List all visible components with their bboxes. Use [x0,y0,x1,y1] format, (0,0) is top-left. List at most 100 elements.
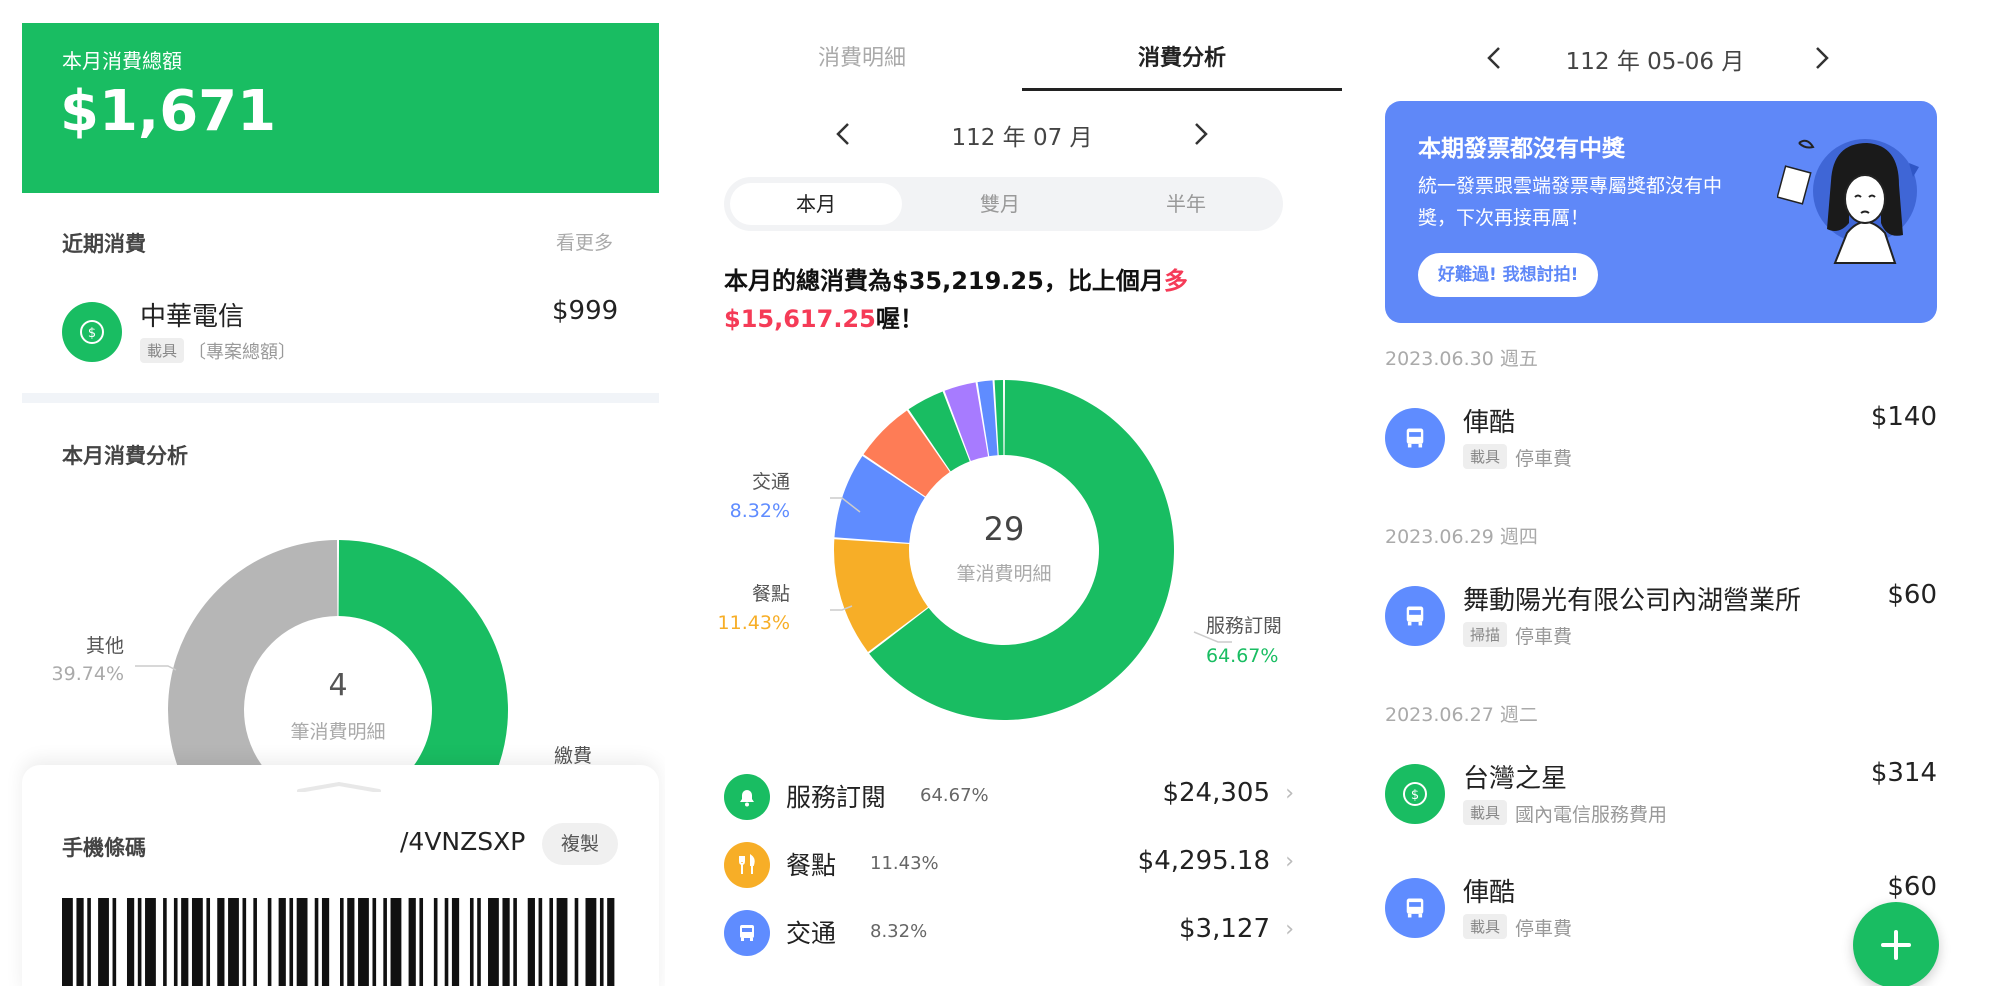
segment-month[interactable]: 本月 [730,183,902,225]
summary-highlight-more: 多 [1163,267,1188,295]
copy-button[interactable]: 複製 [542,823,618,865]
barcode-bar-22 [321,898,330,986]
invoice-row[interactable]: 舞動陽光有限公司內湖營業所 掃描 停車費 $60 [1385,576,1937,656]
barcode-bar-44 [585,898,597,986]
barcode-bar-29 [408,898,416,986]
monthly-total-card[interactable]: 本月消費總額 $1,671 [22,23,659,193]
add-fab[interactable] [1853,902,1939,986]
service-label-pct: 64.67% [1206,645,1278,667]
recent-title: 近期消費 [62,232,146,256]
barcode-bar-6 [137,898,142,986]
monthly-total-value: $1,671 [60,79,277,144]
barcode-sheet[interactable]: 手機條碼 /4VNZSXP 複製 [22,765,659,986]
monthly-total-label: 本月消費總額 [62,49,182,73]
sad-girl-illustration [1777,139,1919,264]
fee-label-name: 繳費 [554,745,592,767]
barcode-bar-42 [556,898,568,986]
chevron-right-icon: › [1285,917,1294,942]
invoice-name: 俥酷 [1463,408,1516,438]
category-amount: $3,127 [1179,914,1270,944]
invoice-amount: $60 [1887,580,1937,610]
recent-item-name: 中華電信 [140,302,245,332]
recent-item-sub: 〔專案總額〕 [188,342,296,363]
segment-control: 本月 雙月 半年 [724,177,1283,231]
barcode-image [62,898,615,986]
barcode-bar-40 [538,898,543,986]
plus-icon [1881,930,1911,960]
barcode-bar-1 [76,898,84,986]
invoice-tag: 載具 [1463,444,1508,469]
barcode-bar-3 [98,898,109,986]
barcode-title: 手機條碼 [62,836,146,860]
segment-bimonth[interactable]: 雙月 [914,183,1086,225]
barcode-bar-41 [549,898,554,986]
category-amount: $24,305 [1162,778,1270,808]
invoice-row[interactable]: $ 台灣之星 載具 國內電信服務費用 $314 [1385,754,1937,834]
category-name: 餐點 [786,851,837,880]
category-pct: 8.32% [870,921,928,942]
chevron-right-icon: › [1285,849,1294,874]
banner-line1: 統一發票跟雲端發票專屬獎都沒有中 [1418,175,1723,197]
date-header: 2023.06.30 週五 [1385,348,1538,370]
category-pct: 11.43% [870,853,939,874]
see-more-link[interactable]: 看更多 [556,228,613,255]
section-divider [22,393,659,403]
barcode-bar-35 [477,898,481,986]
barcode-bar-2 [87,898,91,986]
category-row-traffic[interactable]: 交通 8.32% $3,127 › [724,906,1324,958]
invoice-sub: 停車費 [1515,448,1573,470]
invoice-amount: $60 [1887,872,1937,902]
invoice-period-label: 112 年 05-06 月 [1565,49,1745,75]
barcode-bar-21 [314,898,319,986]
traffic-label-name: 交通 [752,471,790,493]
barcode-bar-32 [444,898,449,986]
invoice-tag: 掃描 [1463,622,1508,647]
tab-details[interactable]: 消費明細 [702,40,1022,72]
invoice-tag: 載具 [1463,914,1508,939]
summary-suffix: 喔！ [875,305,924,333]
barcode-bar-37 [502,898,510,986]
barcode-bar-18 [278,898,286,986]
fork-knife-icon [724,842,770,888]
other-leader-line [135,665,177,671]
chevron-right-icon: › [1285,781,1294,806]
sheet-handle-icon[interactable] [297,777,381,793]
barcode-bar-20 [296,898,308,986]
service-label-name: 服務訂閱 [1206,615,1282,637]
barcode-bar-4 [112,898,117,986]
barcode-bar-25 [358,898,369,986]
category-row-meal[interactable]: 餐點 11.43% $4,295.18 › [724,838,1324,890]
invoice-name: 俥酷 [1463,878,1516,908]
next-month-icon[interactable] [1188,120,1212,152]
bus-icon [724,910,770,956]
barcode-bar-13 [217,898,225,986]
category-pct: 64.67% [920,785,989,806]
date-header: 2023.06.29 週四 [1385,526,1538,548]
barcode-bar-36 [488,898,499,986]
meal-label-name: 餐點 [752,583,790,605]
tab-analysis[interactable]: 消費分析 [1022,40,1342,72]
barcode-bar-39 [527,898,535,986]
meal-label-pct: 11.43% [718,612,790,634]
bus-icon [1385,878,1445,938]
barcode-bar-24 [347,898,355,986]
segment-halfyear[interactable]: 半年 [1100,183,1272,225]
donut2-center-label: 筆消費明細 [956,563,1051,585]
invoice-row[interactable]: 俥酷 載具 停車費 $140 [1385,398,1937,478]
recent-item[interactable]: $ 中華電信 載具 〔專案總額〕 $999 [0,290,665,380]
barcode-bar-38 [513,898,517,986]
bell-icon [724,774,770,820]
category-row-service[interactable]: 服務訂閱 64.67% $24,305 › [724,770,1324,822]
category-amount: $4,295.18 [1137,846,1270,876]
next-period-icon[interactable] [1809,44,1833,76]
barcode-bar-43 [574,898,579,986]
barcode-bar-7 [145,898,156,986]
invoice-amount: $314 [1870,758,1937,788]
barcode-bar-31 [433,898,438,986]
tab-active-underline [1022,88,1342,91]
barcode-bar-12 [206,898,211,986]
other-label-pct: 39.74% [52,663,124,685]
banner-button[interactable]: 好難過! 我想討拍! [1418,253,1599,297]
barcode-bar-5 [126,898,135,986]
barcode-bar-23 [340,898,344,986]
